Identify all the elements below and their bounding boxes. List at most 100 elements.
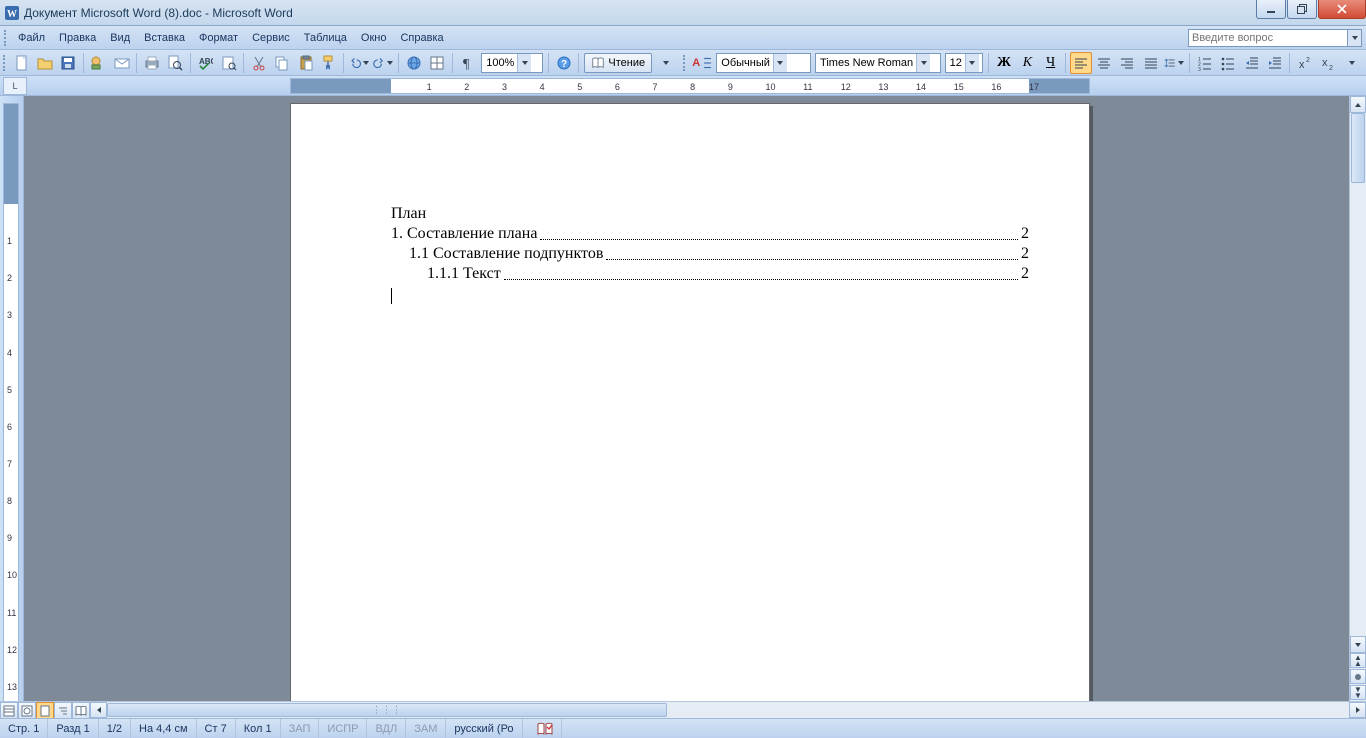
toolbar-grip-icon[interactable] [4, 30, 8, 46]
redo-button[interactable] [372, 52, 394, 74]
menu-table[interactable]: Таблица [297, 29, 354, 47]
align-justify-button[interactable] [1140, 52, 1161, 74]
hyperlink-button[interactable] [403, 52, 424, 74]
menu-tools[interactable]: Сервис [245, 29, 297, 47]
status-line[interactable]: Ст 7 [197, 719, 236, 738]
menu-edit[interactable]: Правка [52, 29, 103, 47]
menu-file[interactable]: Файл [11, 29, 52, 47]
text-cursor [391, 288, 392, 304]
increase-indent-button[interactable] [1264, 52, 1285, 74]
align-center-button[interactable] [1094, 52, 1115, 74]
help-button[interactable]: ? [553, 52, 574, 74]
decrease-indent-button[interactable] [1241, 52, 1262, 74]
scroll-right-button[interactable] [1349, 702, 1366, 718]
reading-layout-button[interactable]: Чтение [584, 53, 652, 73]
line-spacing-button[interactable] [1163, 52, 1185, 74]
align-left-button[interactable] [1070, 52, 1091, 74]
bullets-button[interactable] [1218, 52, 1239, 74]
cut-button[interactable] [248, 52, 269, 74]
menu-format[interactable]: Формат [192, 29, 245, 47]
outline-view-button[interactable] [54, 702, 72, 719]
scroll-up-button[interactable] [1350, 96, 1366, 113]
help-search-input[interactable] [1188, 29, 1348, 47]
status-language[interactable]: русский (Ро [446, 719, 522, 738]
svg-text:3: 3 [1198, 67, 1201, 71]
tab-selector[interactable]: L [3, 77, 27, 95]
status-trk[interactable]: ИСПР [319, 719, 367, 738]
status-page[interactable]: Стр. 1 [0, 719, 48, 738]
toolbar-grip-icon[interactable] [683, 55, 687, 71]
next-page-button[interactable]: ▼▼ [1350, 685, 1366, 700]
hscroll-track[interactable]: ⋮⋮⋮ [107, 702, 1349, 718]
web-layout-view-button[interactable] [18, 702, 36, 719]
align-right-button[interactable] [1117, 52, 1138, 74]
scroll-down-button[interactable] [1350, 636, 1366, 653]
standard-toolbar: ABC ¶ 100% ? Чтение A Обычный Times New … [0, 50, 1366, 76]
permission-button[interactable] [88, 52, 109, 74]
svg-text:2: 2 [1329, 65, 1333, 71]
hscroll-thumb[interactable]: ⋮⋮⋮ [107, 703, 667, 717]
undo-button[interactable] [348, 52, 370, 74]
numbering-button[interactable]: 123 [1194, 52, 1215, 74]
superscript-button[interactable]: x2 [1294, 52, 1315, 74]
help-search-dropdown[interactable] [1348, 29, 1362, 47]
print-preview-button[interactable] [165, 52, 186, 74]
print-button[interactable] [141, 52, 162, 74]
style-combo[interactable]: Обычный [716, 53, 811, 73]
styles-pane-button[interactable]: A [691, 52, 713, 74]
workspace: 12345678910111213 План 1. Составление пл… [0, 96, 1366, 701]
status-rec[interactable]: ЗАП [281, 719, 320, 738]
zoom-combo[interactable]: 100% [481, 53, 543, 73]
vertical-ruler-gutter: 12345678910111213 [0, 96, 24, 701]
menu-insert[interactable]: Вставка [137, 29, 192, 47]
subscript-button[interactable]: x2 [1318, 52, 1339, 74]
menu-window[interactable]: Окно [354, 29, 394, 47]
status-section[interactable]: Разд 1 [48, 719, 98, 738]
status-ovr[interactable]: ЗАМ [406, 719, 446, 738]
research-button[interactable] [218, 52, 239, 74]
status-ext[interactable]: ВДЛ [367, 719, 406, 738]
vscroll-track[interactable] [1350, 113, 1366, 636]
reading-view-button[interactable] [72, 702, 90, 719]
tables-borders-button[interactable] [427, 52, 448, 74]
close-button[interactable] [1318, 0, 1366, 19]
horizontal-ruler[interactable]: 1234567891011121314151617 [290, 78, 1090, 94]
italic-button[interactable]: К [1017, 52, 1038, 74]
format-painter-button[interactable] [318, 52, 339, 74]
paste-button[interactable] [295, 52, 316, 74]
page-content[interactable]: План 1. Составление плана 2 1.1 Составле… [391, 204, 1029, 310]
font-name-combo[interactable]: Times New Roman [815, 53, 941, 73]
vscroll-thumb[interactable] [1351, 113, 1365, 183]
status-pages[interactable]: 1/2 [99, 719, 131, 738]
normal-view-button[interactable] [0, 702, 18, 719]
underline-button[interactable]: Ч [1040, 52, 1061, 74]
status-spellcheck-icon[interactable] [523, 719, 562, 738]
open-button[interactable] [34, 52, 55, 74]
vertical-scrollbar[interactable]: ▲▲ ▼▼ [1349, 96, 1366, 701]
svg-text:2: 2 [1306, 57, 1310, 64]
menu-help[interactable]: Справка [393, 29, 450, 47]
toolbar-grip-icon[interactable] [3, 55, 7, 71]
toolbar-options-button[interactable] [655, 52, 676, 74]
document-area[interactable]: План 1. Составление плана 2 1.1 Составле… [24, 96, 1349, 701]
select-browse-object-button[interactable] [1350, 669, 1366, 684]
bold-button[interactable]: Ж [993, 52, 1014, 74]
menu-view[interactable]: Вид [103, 29, 137, 47]
horizontal-scrollbar[interactable]: ⋮⋮⋮ [90, 702, 1366, 718]
status-at[interactable]: На 4,4 см [131, 719, 197, 738]
minimize-button[interactable] [1256, 0, 1286, 19]
print-layout-view-button[interactable] [36, 702, 54, 719]
copy-button[interactable] [272, 52, 293, 74]
new-document-button[interactable] [11, 52, 32, 74]
toolbar-options-button-2[interactable] [1341, 52, 1362, 74]
email-button[interactable] [111, 52, 132, 74]
vertical-ruler[interactable]: 12345678910111213 [3, 103, 19, 701]
scroll-left-button[interactable] [90, 702, 107, 718]
spellcheck-button[interactable]: ABC [195, 52, 216, 74]
font-size-combo[interactable]: 12 [945, 53, 984, 73]
save-button[interactable] [57, 52, 78, 74]
show-paragraph-button[interactable]: ¶ [457, 52, 478, 74]
restore-button[interactable] [1287, 0, 1317, 19]
previous-page-button[interactable]: ▲▲ [1350, 653, 1366, 668]
status-col[interactable]: Кол 1 [236, 719, 281, 738]
